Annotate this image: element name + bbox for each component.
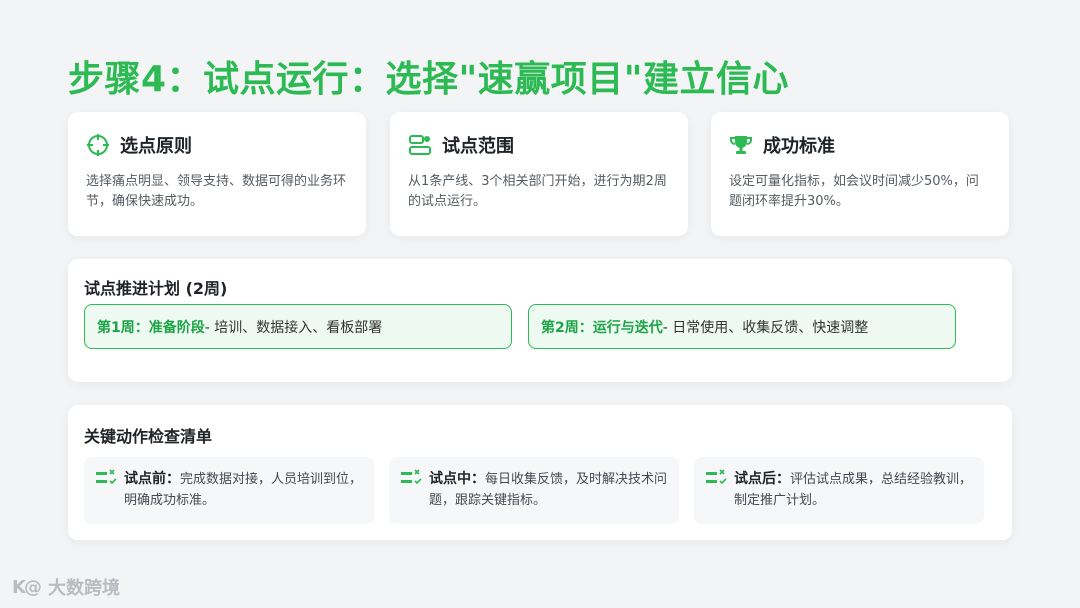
phase-desc: - 日常使用、收集反馈、快速调整 bbox=[662, 319, 869, 336]
logo-text: 大数跨境 bbox=[47, 578, 120, 599]
pilot-plan-panel: 试点推进计划 (2周) 第1周：准备阶段 - 培训、数据接入、看板部署 第2周：运… bbox=[68, 259, 1012, 382]
checklist-icon bbox=[401, 469, 423, 487]
plan-title: 试点推进计划 (2周) bbox=[84, 279, 228, 298]
checklist-label: 试点后： bbox=[734, 471, 790, 487]
checklist-label: 试点前： bbox=[124, 471, 180, 487]
card-desc: 设定可量化指标，如会议时间减少50%，问题闭环率提升30%。 bbox=[729, 174, 979, 209]
scope-card: 试点范围 从1条产线、3个相关部门开始，进行为期2周的试点运行。 bbox=[390, 112, 688, 236]
card-desc: 选择痛点明显、领导支持、数据可得的业务环节，确保快速成功。 bbox=[86, 174, 347, 209]
checklist-item-after: 试点后：评估试点成果，总结经验教训，制定推广计划。 bbox=[694, 457, 984, 524]
trophy-icon bbox=[729, 133, 753, 157]
card-desc: 从1条产线、3个相关部门开始，进行为期2周的试点运行。 bbox=[408, 174, 667, 209]
phase-week-2: 第2周：运行与迭代 - 日常使用、收集反馈、快速调整 bbox=[528, 304, 956, 349]
checklist-icon bbox=[706, 469, 728, 487]
target-icon bbox=[86, 133, 110, 157]
card-title: 试点范围 bbox=[442, 136, 514, 157]
checklist-label: 试点中： bbox=[429, 471, 485, 487]
phase-week-1: 第1周：准备阶段 - 培训、数据接入、看板部署 bbox=[84, 304, 512, 349]
card-title: 成功标准 bbox=[763, 136, 835, 157]
checklist-item-before: 试点前：完成数据对接，人员培训到位，明确成功标准。 bbox=[84, 457, 374, 524]
checklist-item-during: 试点中：每日收集反馈，及时解决技术问题，跟踪关键指标。 bbox=[389, 457, 679, 524]
phase-label: 第2周：运行与迭代 bbox=[541, 319, 663, 336]
checklist-title: 关键动作检查清单 bbox=[84, 427, 213, 446]
scope-icon bbox=[408, 133, 432, 157]
brand-logo: K@ 大数跨境 bbox=[12, 574, 120, 600]
card-title: 选点原则 bbox=[120, 136, 192, 157]
page-title: 步骤4：试点运行：选择"速赢项目"建立信心 bbox=[68, 59, 790, 100]
checklist-icon bbox=[96, 469, 118, 487]
phase-desc: - 培训、数据接入、看板部署 bbox=[204, 319, 383, 336]
logo-mark-icon: K@ bbox=[12, 576, 42, 598]
principle-card: 选点原则 选择痛点明显、领导支持、数据可得的业务环节，确保快速成功。 bbox=[68, 112, 366, 236]
phase-label: 第1周：准备阶段 bbox=[97, 319, 205, 336]
checklist-panel: 关键动作检查清单 试点前：完成数据对接，人员培训到位，明确成功标准。 试点中：每… bbox=[68, 405, 1012, 540]
success-card: 成功标准 设定可量化指标，如会议时间减少50%，问题闭环率提升30%。 bbox=[711, 112, 1009, 236]
